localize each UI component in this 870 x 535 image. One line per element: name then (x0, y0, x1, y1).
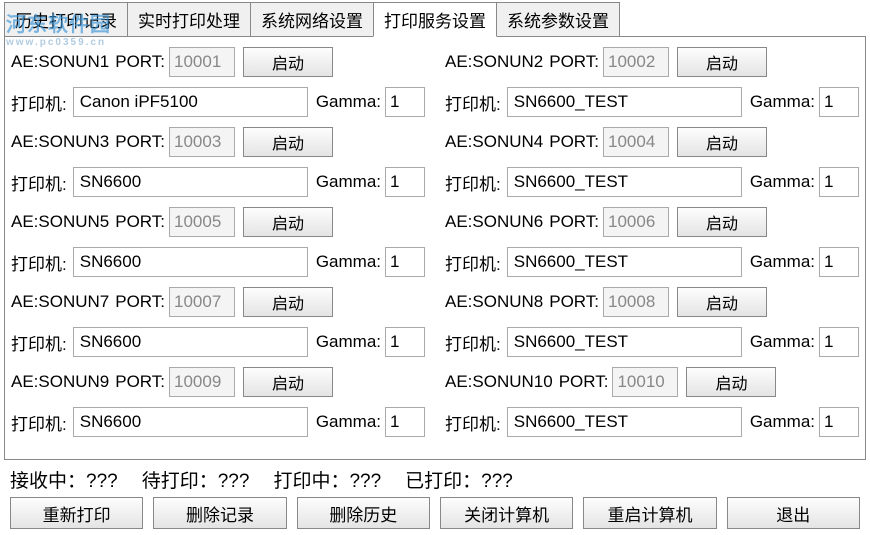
printer-input[interactable] (507, 167, 742, 197)
delete-record-button[interactable]: 删除记录 (153, 497, 286, 529)
port-input[interactable] (169, 367, 235, 397)
delete-history-button[interactable]: 删除历史 (297, 497, 430, 529)
ae-label: AE:SONUN4 (445, 132, 543, 152)
gamma-label: Gamma: (750, 92, 815, 112)
gamma-input[interactable] (819, 327, 859, 357)
bottom-toolbar: 重新打印 删除记录 删除历史 关闭计算机 重启计算机 退出 (0, 497, 870, 535)
reprint-button[interactable]: 重新打印 (10, 497, 143, 529)
ae-label: AE:SONUN5 (11, 212, 109, 232)
printer-input[interactable] (73, 327, 308, 357)
start-button[interactable]: 启动 (243, 207, 333, 237)
start-button[interactable]: 启动 (243, 287, 333, 317)
port-label: PORT: (115, 52, 165, 72)
gamma-label: Gamma: (750, 252, 815, 272)
printer-label: 打印机: (445, 90, 501, 115)
printer-label: 打印机: (445, 170, 501, 195)
port-label: PORT: (549, 292, 599, 312)
status-printing: 打印中：??? (273, 466, 381, 493)
gamma-input[interactable] (819, 247, 859, 277)
printer-input[interactable] (73, 247, 308, 277)
port-input[interactable] (603, 207, 669, 237)
ae-label: AE:SONUN8 (445, 292, 543, 312)
gamma-input[interactable] (819, 407, 859, 437)
tab-realtime[interactable]: 实时打印处理 (127, 2, 251, 37)
gamma-input[interactable] (385, 87, 425, 117)
gamma-input[interactable] (385, 167, 425, 197)
printer-label: 打印机: (445, 410, 501, 435)
gamma-label: Gamma: (316, 252, 381, 272)
ae-label: AE:SONUN3 (11, 132, 109, 152)
start-button[interactable]: 启动 (677, 127, 767, 157)
tab-print-service[interactable]: 打印服务设置 (373, 2, 497, 37)
gamma-label: Gamma: (750, 412, 815, 432)
ae-label: AE:SONUN7 (11, 292, 109, 312)
printer-label: 打印机: (445, 250, 501, 275)
port-input[interactable] (603, 127, 669, 157)
ae-label: AE:SONUN9 (11, 372, 109, 392)
printer-input[interactable] (73, 87, 308, 117)
gamma-label: Gamma: (316, 332, 381, 352)
print-service-panel: AE:SONUN1PORT:启动打印机:Gamma:AE:SONUN3PORT:… (4, 36, 866, 460)
port-label: PORT: (115, 132, 165, 152)
port-label: PORT: (549, 132, 599, 152)
port-label: PORT: (549, 212, 599, 232)
printer-label: 打印机: (11, 330, 67, 355)
port-input[interactable] (603, 47, 669, 77)
printer-label: 打印机: (11, 250, 67, 275)
start-button[interactable]: 启动 (677, 287, 767, 317)
port-label: PORT: (559, 372, 609, 392)
gamma-label: Gamma: (750, 172, 815, 192)
tab-params[interactable]: 系统参数设置 (496, 2, 620, 37)
start-button[interactable]: 启动 (243, 47, 333, 77)
port-input[interactable] (603, 287, 669, 317)
gamma-input[interactable] (385, 247, 425, 277)
port-input[interactable] (169, 287, 235, 317)
start-button[interactable]: 启动 (243, 127, 333, 157)
printer-input[interactable] (507, 247, 742, 277)
tab-history[interactable]: 历史打印记录 (4, 2, 128, 37)
status-printed: 已打印：??? (405, 466, 513, 493)
restart-button[interactable]: 重启计算机 (583, 497, 716, 529)
start-button[interactable]: 启动 (686, 367, 776, 397)
port-label: PORT: (115, 212, 165, 232)
port-label: PORT: (115, 292, 165, 312)
gamma-label: Gamma: (316, 172, 381, 192)
gamma-label: Gamma: (316, 92, 381, 112)
port-input[interactable] (169, 47, 235, 77)
shutdown-button[interactable]: 关闭计算机 (440, 497, 573, 529)
port-input[interactable] (169, 207, 235, 237)
status-receiving: 接收中：??? (10, 466, 118, 493)
port-label: PORT: (115, 372, 165, 392)
gamma-label: Gamma: (750, 332, 815, 352)
gamma-label: Gamma: (316, 412, 381, 432)
ae-label: AE:SONUN2 (445, 52, 543, 72)
printer-input[interactable] (73, 407, 308, 437)
status-pending: 待打印：??? (142, 466, 250, 493)
tab-network[interactable]: 系统网络设置 (250, 2, 374, 37)
printer-input[interactable] (507, 327, 742, 357)
status-bar: 接收中：??? 待打印：??? 打印中：??? 已打印：??? (0, 460, 870, 497)
printer-input[interactable] (73, 167, 308, 197)
exit-button[interactable]: 退出 (727, 497, 860, 529)
printer-label: 打印机: (11, 90, 67, 115)
ae-label: AE:SONUN10 (445, 372, 553, 392)
ae-label: AE:SONUN1 (11, 52, 109, 72)
gamma-input[interactable] (385, 327, 425, 357)
tab-bar: 历史打印记录 实时打印处理 系统网络设置 打印服务设置 系统参数设置 (0, 0, 870, 37)
gamma-input[interactable] (819, 167, 859, 197)
port-input[interactable] (169, 127, 235, 157)
start-button[interactable]: 启动 (677, 207, 767, 237)
printer-label: 打印机: (11, 170, 67, 195)
gamma-input[interactable] (819, 87, 859, 117)
printer-label: 打印机: (445, 330, 501, 355)
port-label: PORT: (549, 52, 599, 72)
start-button[interactable]: 启动 (243, 367, 333, 397)
start-button[interactable]: 启动 (677, 47, 767, 77)
printer-label: 打印机: (11, 410, 67, 435)
printer-input[interactable] (507, 407, 742, 437)
ae-label: AE:SONUN6 (445, 212, 543, 232)
gamma-input[interactable] (385, 407, 425, 437)
printer-input[interactable] (507, 87, 742, 117)
port-input[interactable] (612, 367, 678, 397)
